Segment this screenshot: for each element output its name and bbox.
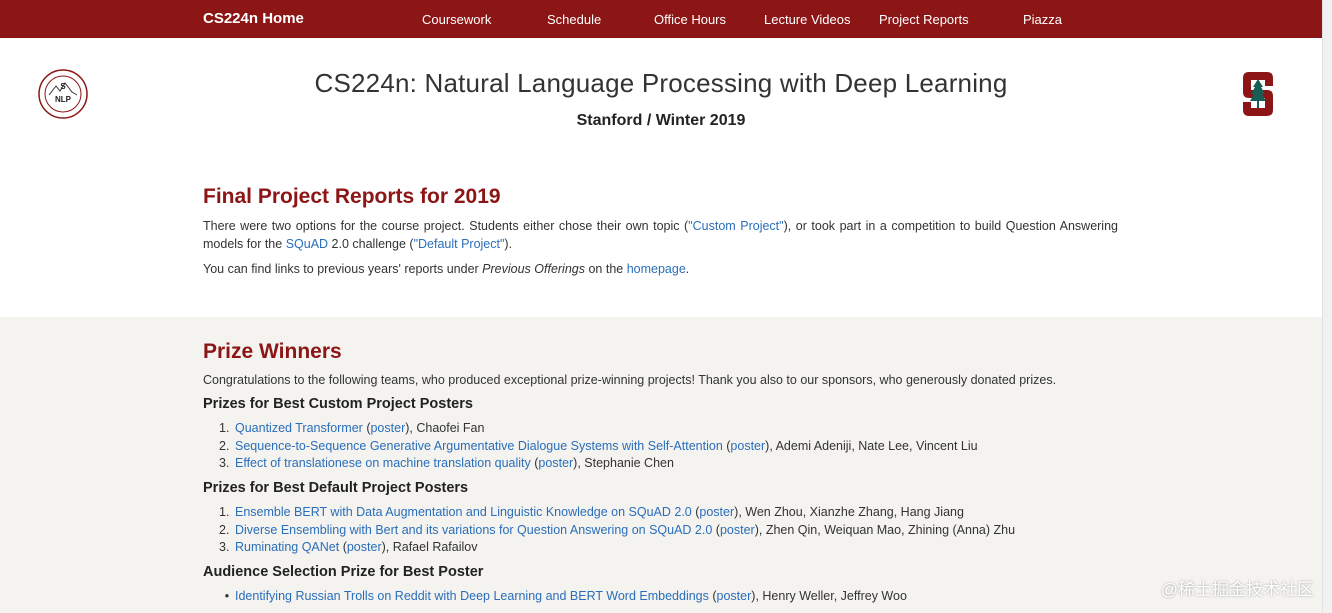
reports-paragraph-2: You can find links to previous years' re… — [203, 260, 1118, 278]
audience-prize-list: • Identifying Russian Trolls on Reddit wi… — [219, 588, 907, 606]
poster-link[interactable]: poster — [720, 523, 755, 537]
nav-link-office-hours[interactable]: Office Hours — [654, 12, 726, 27]
list-item: • Identifying Russian Trolls on Reddit wi… — [219, 588, 907, 606]
project-title-link[interactable]: Effect of translationese on machine tran… — [235, 456, 531, 470]
custom-prizes-heading: Prizes for Best Custom Project Posters — [203, 396, 473, 412]
authors: ), Wen Zhou, Xianzhe Zhang, Hang Jiang — [734, 505, 964, 519]
page-subtitle: Stanford / Winter 2019 — [576, 112, 746, 129]
list-item: 3. Effect of translationese on machine tr… — [219, 455, 978, 473]
default-project-link[interactable]: "Default Project" — [414, 237, 505, 251]
list-item: 1. Ensemble BERT with Data Augmentation a… — [219, 504, 1015, 522]
poster-link[interactable]: poster — [699, 505, 734, 519]
top-nav: CS224n Home Coursework Schedule Office H… — [0, 0, 1322, 38]
prize-title: Prize Winners — [203, 340, 342, 363]
list-item: 2. Sequence-to-Sequence Generative Argume… — [219, 438, 978, 456]
poster-link[interactable]: poster — [370, 421, 405, 435]
authors: ), Chaofei Fan — [405, 421, 485, 435]
audience-prize-heading: Audience Selection Prize for Best Poster — [203, 564, 484, 580]
default-prizes-list: 1. Ensemble BERT with Data Augmentation a… — [219, 504, 1015, 557]
custom-project-link[interactable]: "Custom Project" — [688, 219, 783, 233]
list-number: 3. — [219, 456, 230, 470]
project-title-link[interactable]: Diverse Ensembling with Bert and its var… — [235, 523, 712, 537]
text: There were two options for the course pr… — [203, 219, 689, 233]
poster-link[interactable]: poster — [538, 456, 573, 470]
list-number: 1. — [219, 421, 230, 435]
squad-link[interactable]: SQuAD — [286, 237, 328, 251]
project-title-link[interactable]: Ruminating QANet — [235, 540, 339, 554]
homepage-link[interactable]: homepage — [627, 262, 686, 276]
authors: ), Henry Weller, Jeffrey Woo — [751, 589, 907, 603]
nav-link-coursework[interactable]: Coursework — [422, 12, 491, 27]
nav-link-lecture-videos[interactable]: Lecture Videos — [764, 12, 851, 27]
custom-prizes-list: 1. Quantized Transformer (poster), Chaofe… — [219, 420, 978, 473]
prize-intro: Congratulations to the following teams, … — [203, 373, 1057, 387]
nav-link-project-reports[interactable]: Project Reports — [879, 12, 969, 27]
authors: ), Rafael Rafailov — [381, 540, 478, 554]
reports-paragraph-1: There were two options for the course pr… — [203, 217, 1118, 253]
nav-link-schedule[interactable]: Schedule — [547, 12, 601, 27]
list-bullet: • — [224, 589, 230, 603]
stanford-s-logo-icon — [1243, 72, 1273, 116]
project-title-link[interactable]: Ensemble BERT with Data Augmentation and… — [235, 505, 692, 519]
project-title-link[interactable]: Identifying Russian Trolls on Reddit wit… — [235, 589, 709, 603]
text: You can find links to previous years' re… — [203, 262, 483, 276]
reports-title: Final Project Reports for 2019 — [203, 185, 501, 208]
authors: ), Stephanie Chen — [573, 456, 674, 470]
nav-link-piazza[interactable]: Piazza — [1023, 12, 1062, 27]
authors: ), Ademi Adeniji, Nate Lee, Vincent Liu — [765, 438, 978, 453]
list-number: 1. — [219, 505, 230, 519]
list-item: 2. Diverse Ensembling with Bert and its v… — [219, 522, 1015, 540]
authors: ), Zhen Qin, Weiquan Mao, Zhining (Anna)… — [754, 522, 1016, 537]
list-number: 2. — [219, 438, 230, 453]
page-title: CS224n: Natural Language Processing with… — [314, 68, 1008, 98]
poster-link[interactable]: poster — [730, 439, 765, 453]
text: on the — [585, 262, 627, 276]
project-title-link[interactable]: Quantized Transformer — [235, 421, 363, 435]
list-number: 2. — [219, 522, 230, 537]
project-title-link[interactable]: Sequence-to-Sequence Generative Argument… — [235, 439, 723, 453]
list-item: 3. Ruminating QANet (poster), Rafael Rafa… — [219, 539, 1015, 557]
text: 2.0 challenge ( — [328, 237, 414, 251]
default-prizes-heading: Prizes for Best Default Project Posters — [203, 480, 469, 496]
text: . — [685, 262, 690, 276]
poster-link[interactable]: poster — [347, 540, 382, 554]
previous-offerings-text: Previous Offerings — [482, 262, 585, 276]
poster-link[interactable]: poster — [717, 589, 752, 603]
watermark: @稀土掘金技术社区 — [1160, 580, 1314, 599]
list-number: 3. — [219, 540, 230, 554]
list-item: 1. Quantized Transformer (poster), Chaofe… — [219, 420, 978, 438]
text: ). — [504, 237, 513, 251]
scrollbar[interactable] — [1322, 0, 1332, 613]
nav-brand-link[interactable]: CS224n Home — [203, 10, 304, 27]
